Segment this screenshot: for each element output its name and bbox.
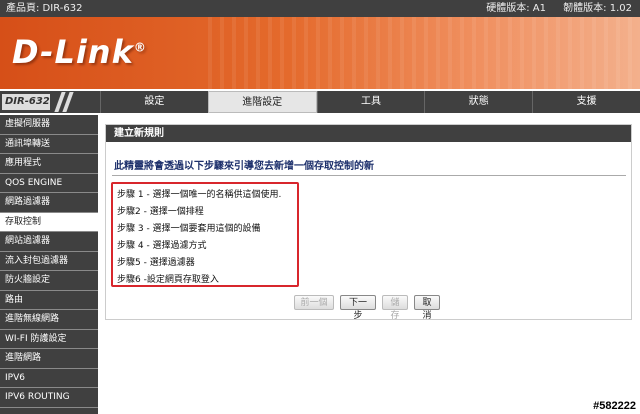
prev-button[interactable]: 前一個 — [294, 295, 334, 310]
sidebar-item-application-rules[interactable]: 應用程式 — [0, 154, 98, 174]
sidebar-item-virtual-server[interactable]: 虛擬伺服器 — [0, 115, 98, 135]
step-item: 步驟5 - 選擇過濾器 — [117, 258, 195, 268]
step-item: 步驟 1 - 選擇一個唯一的名稱供這個使用. — [117, 190, 282, 200]
dlink-logo: D-Link® — [12, 33, 147, 71]
divider — [112, 175, 626, 176]
sidebar-item-ipv6[interactable]: IPV6 — [0, 369, 98, 388]
sidebar-item-network-filter[interactable]: 網路過濾器 — [0, 193, 98, 213]
step-item: 步驟2 - 選擇一個排程 — [117, 207, 204, 217]
sidebar-item-qos-engine[interactable]: QOS ENGINE — [0, 174, 98, 193]
step-list: 步驟 1 - 選擇一個唯一的名稱供這個使用. 步驟2 - 選擇一個排程 步驟 3… — [111, 182, 299, 287]
wizard-intro: 此精靈將會透過以下步驟來引導您去新增一個存取控制的新 — [114, 161, 374, 172]
step-item: 步驟6 -設定網頁存取登入 — [117, 275, 219, 285]
tab-tools[interactable]: 工具 — [316, 91, 425, 113]
sidebar-item-firewall-settings[interactable]: 防火牆設定 — [0, 271, 98, 291]
brand-banner: D-Link® — [0, 17, 640, 89]
model-tag: DIR-632 — [2, 94, 50, 110]
version-info: 硬體版本: A1 韌體版本: 1.02 — [472, 0, 632, 17]
product-label: 產品頁: DIR-632 — [6, 3, 83, 14]
panel-title: 建立新規則 — [106, 125, 631, 142]
model-badge: DIR-632 — [0, 91, 100, 113]
sidebar-item-access-control[interactable]: 存取控制 — [0, 212, 98, 232]
step-item: 步驟 3 - 選擇一個要套用這個的設備 — [117, 224, 261, 234]
step-item: 步驟 4 - 選擇過濾方式 — [117, 241, 207, 251]
banner-stripes — [200, 17, 640, 89]
wizard-buttons: 前一個 下一步 儲存 取消 — [294, 295, 440, 320]
tab-setup[interactable]: 設定 — [100, 91, 208, 113]
sidebar-item-wifi-protected-setup[interactable]: WI-FI 防護設定 — [0, 330, 98, 349]
sidebar-item-advanced-network[interactable]: 進階網路 — [0, 349, 98, 369]
hardware-version: 硬體版本: A1 — [486, 3, 546, 14]
sidebar-item-routing[interactable]: 路由 — [0, 291, 98, 310]
save-button[interactable]: 儲存 — [382, 295, 408, 320]
cancel-button[interactable]: 取消 — [414, 295, 440, 320]
sidebar-item-ipv6-routing[interactable]: IPV6 ROUTING — [0, 388, 98, 408]
sidebar: 虛擬伺服器 通訊埠轉送 應用程式 QOS ENGINE 網路過濾器 存取控制 網… — [0, 115, 98, 414]
tab-support[interactable]: 支援 — [532, 91, 640, 113]
logo-text: D-Link — [12, 33, 134, 71]
tab-status[interactable]: 狀態 — [424, 91, 533, 113]
sidebar-item-inbound-filter[interactable]: 流入封包過濾器 — [0, 252, 98, 271]
sidebar-item-advanced-wireless[interactable]: 進階無線網路 — [0, 310, 98, 330]
watermark: #582222 — [593, 400, 636, 412]
main-tabs: 設定 進階設定 工具 狀態 支援 — [100, 91, 640, 113]
sidebar-item-port-forwarding[interactable]: 通訊埠轉送 — [0, 135, 98, 154]
wizard-panel: 建立新規則 此精靈將會透過以下步驟來引導您去新增一個存取控制的新 步驟 1 - … — [105, 124, 632, 320]
firmware-version: 韌體版本: 1.02 — [563, 3, 632, 14]
tab-advanced[interactable]: 進階設定 — [207, 91, 317, 113]
next-button[interactable]: 下一步 — [340, 295, 376, 320]
sidebar-item-website-filter[interactable]: 網站過濾器 — [0, 232, 98, 252]
top-info-bar: 產品頁: DIR-632 硬體版本: A1 韌體版本: 1.02 — [0, 0, 640, 17]
logo-registered-mark: ® — [133, 40, 147, 55]
